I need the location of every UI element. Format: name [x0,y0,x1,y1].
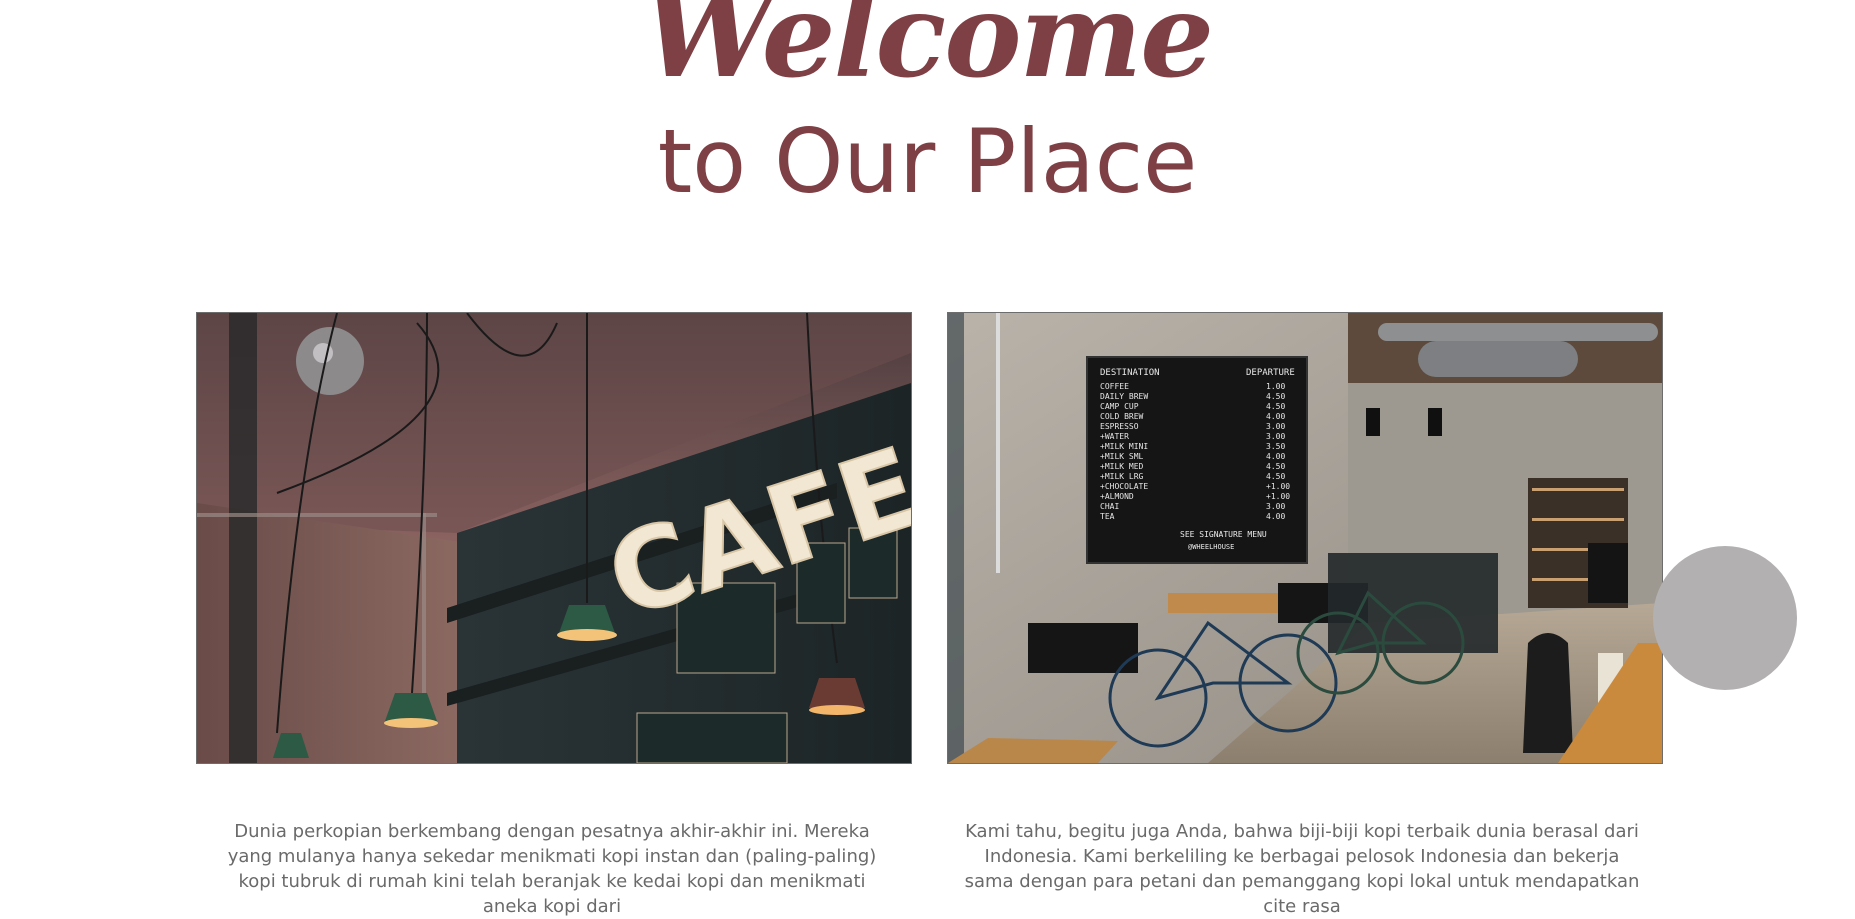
board-price: +1.00 [1266,482,1290,491]
board-item: +ALMOND [1100,492,1134,501]
hero-title: Welcome [642,0,1214,104]
board-item: CAMP CUP [1100,402,1139,411]
board-item: +CHOCOLATE [1100,482,1148,491]
board-price: 4.00 [1266,412,1285,421]
board-item: +MILK SML [1100,452,1144,461]
board-price: +1.00 [1266,492,1290,501]
board-price: 4.00 [1266,452,1285,461]
board-item: +WATER [1100,432,1129,441]
board-footer: SEE SIGNATURE MENU [1180,530,1267,539]
coffee-shop-interior-photo: DESTINATION DEPARTURE COFFEE 1.00 DAILY BR… [948,313,1662,763]
intro-paragraph-right: Kami tahu, begitu juga Anda, bahwa biji-… [964,821,1640,917]
board-header-right: DEPARTURE [1246,368,1295,378]
board-price: 4.50 [1266,392,1285,401]
board-item: CHAI [1100,502,1119,511]
board-header-left: DESTINATION [1100,368,1160,378]
board-item: COFFEE [1100,382,1129,391]
board-item: +MILK MED [1100,462,1144,471]
board-item: COLD BREW [1100,412,1144,421]
board-item: DAILY BREW [1100,392,1148,401]
hero-subtitle: to Our Place [657,110,1198,213]
cafe-photo-left: CAFE [196,312,912,764]
board-price: 3.50 [1266,442,1285,451]
board-price: 3.00 [1266,422,1285,431]
board-item: +MILK LRG [1100,472,1144,481]
intro-paragraph-left: Dunia perkopian berkembang dengan pesatn… [227,821,877,917]
board-price: 1.00 [1266,382,1285,391]
board-item: +MILK MINI [1100,442,1148,451]
board-price: 4.50 [1266,402,1285,411]
board-price: 3.00 [1266,432,1285,441]
board-price: 4.00 [1266,512,1285,521]
board-price: 4.50 [1266,472,1285,481]
board-price: 4.50 [1266,462,1285,471]
board-item: ESPRESSO [1100,422,1139,431]
cafe-photo-right: DESTINATION DEPARTURE COFFEE 1.00 DAILY BR… [947,312,1663,764]
board-item: TEA [1100,512,1115,521]
floating-circle-button[interactable] [1653,546,1797,690]
board-price: 3.00 [1266,502,1285,511]
cafe-interior-photo: CAFE [197,313,911,763]
board-footer-small: @WHEELHOUSE [1188,543,1234,551]
